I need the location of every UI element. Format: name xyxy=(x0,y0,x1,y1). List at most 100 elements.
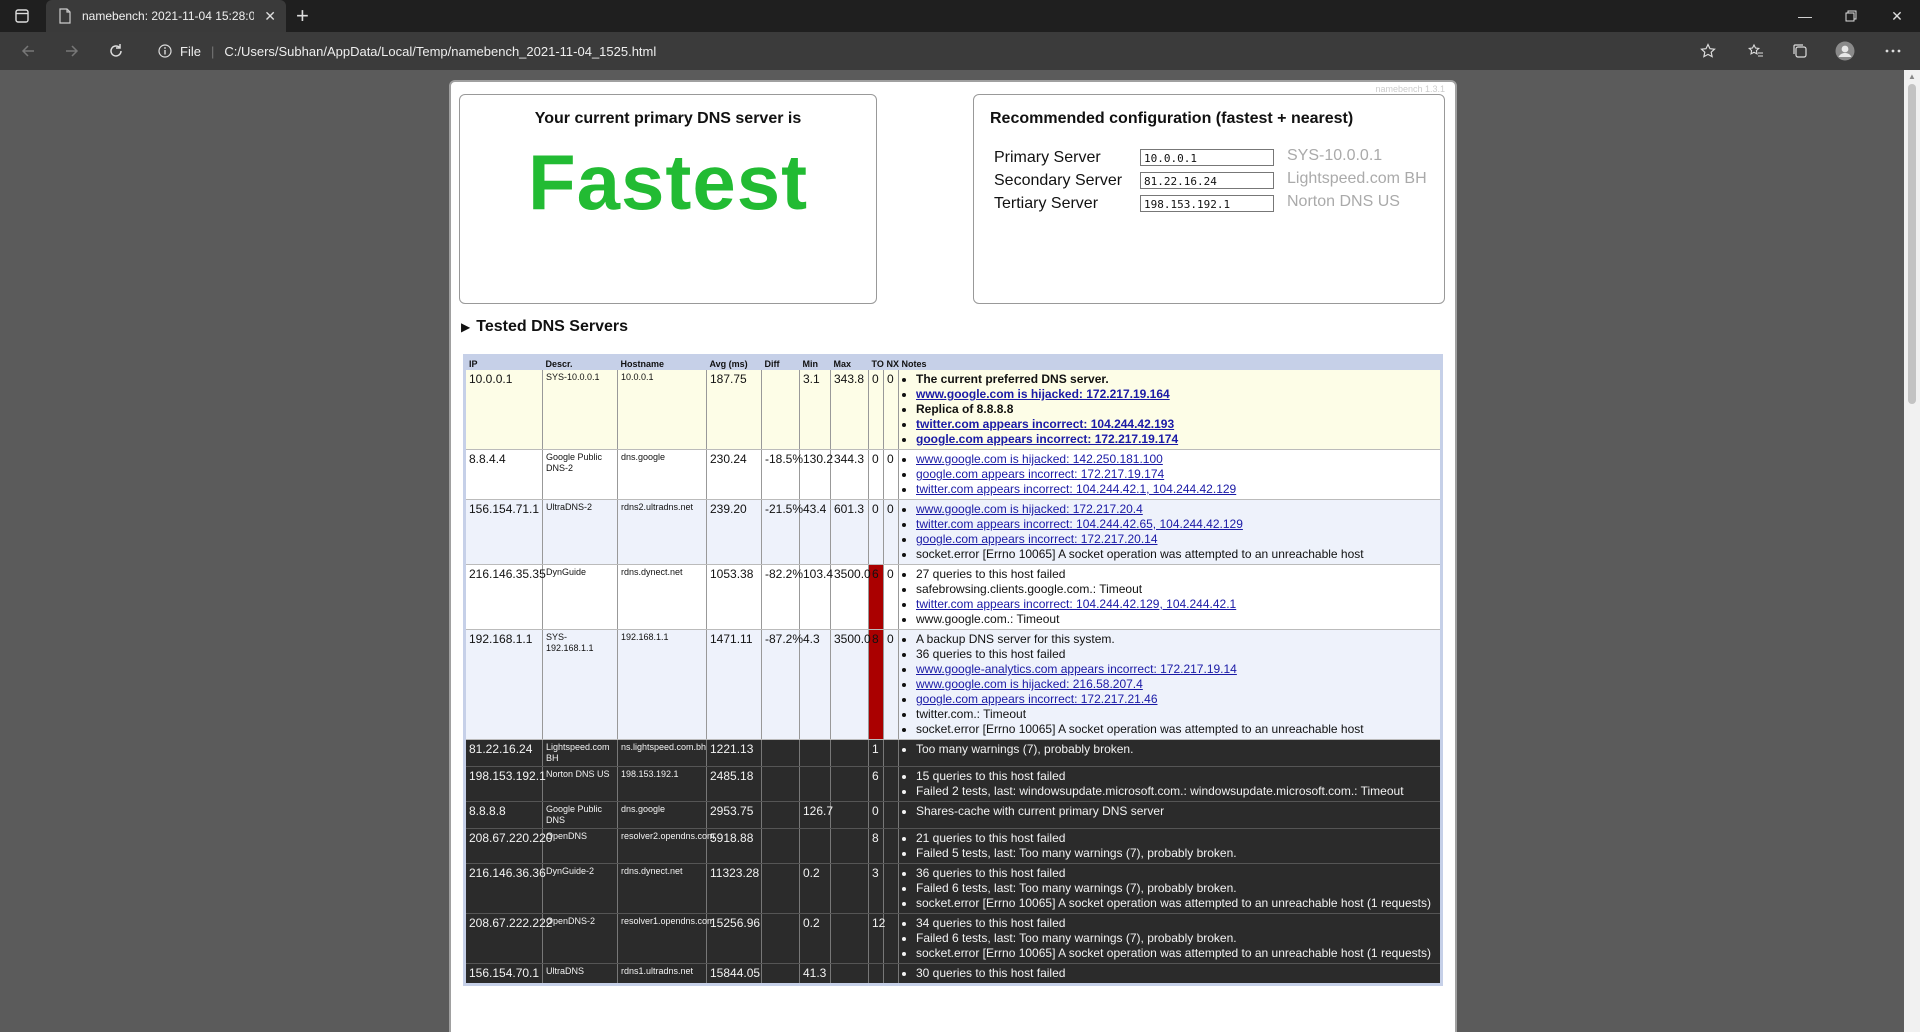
more-options-icon[interactable] xyxy=(1883,41,1903,61)
cell-descr: Norton DNS US xyxy=(542,766,618,802)
cell-min: 4.3 xyxy=(799,629,831,740)
note-item: google.com appears incorrect: 172.217.21… xyxy=(916,692,1437,707)
cell-notes: 30 queries to this host failed xyxy=(898,963,1442,985)
note-link[interactable]: google.com appears incorrect: 172.217.19… xyxy=(916,432,1178,446)
close-tab-icon[interactable]: ✕ xyxy=(264,8,276,25)
cell-ip: 192.168.1.1 xyxy=(464,629,543,740)
back-icon[interactable] xyxy=(18,41,38,61)
refresh-icon[interactable] xyxy=(106,41,126,61)
add-favorite-icon[interactable] xyxy=(1698,41,1718,61)
note-link[interactable]: twitter.com appears incorrect: 104.244.4… xyxy=(916,482,1236,496)
note-item: Replica of 8.8.8.8 xyxy=(916,402,1437,417)
note-item: google.com appears incorrect: 172.217.19… xyxy=(916,432,1437,447)
minimize-icon[interactable]: — xyxy=(1782,0,1828,32)
cell-ip: 8.8.8.8 xyxy=(464,801,543,829)
close-window-icon[interactable]: ✕ xyxy=(1874,0,1920,32)
cell-diff: -82.2% xyxy=(761,564,803,630)
note-link[interactable]: twitter.com appears incorrect: 104.244.4… xyxy=(916,417,1174,431)
note-link[interactable]: twitter.com appears incorrect: 104.244.4… xyxy=(916,517,1243,531)
column-header: Diff xyxy=(761,355,800,370)
note-link[interactable]: www.google.com is hijacked: 172.217.20.4 xyxy=(916,502,1143,516)
cell-host: resolver2.opendns.com xyxy=(617,828,715,864)
new-tab-icon[interactable]: + xyxy=(296,3,309,29)
cell-ip: 10.0.0.1 xyxy=(464,370,543,450)
cell-to: 1 xyxy=(868,739,884,767)
note-item: 21 queries to this host failed xyxy=(916,831,1437,846)
cell-host: resolver1.opendns.com xyxy=(617,913,715,964)
note-item: socket.error [Errno 10065] A socket oper… xyxy=(916,946,1437,961)
note-item: 30 queries to this host failed xyxy=(916,966,1437,981)
profile-avatar[interactable] xyxy=(1835,41,1855,61)
scroll-up-icon[interactable]: ▲ xyxy=(1908,72,1916,81)
collections-icon[interactable] xyxy=(1790,41,1810,61)
forward-icon[interactable] xyxy=(62,41,82,61)
note-item: 36 queries to this host failed xyxy=(916,866,1437,881)
cell-notes: The current preferred DNS server.www.goo… xyxy=(898,370,1442,450)
note-link[interactable]: www.google.com is hijacked: 216.58.207.4 xyxy=(916,677,1143,691)
address-bar[interactable]: File | C:/Users/Subhan/AppData/Local/Tem… xyxy=(148,36,1698,66)
note-item: twitter.com appears incorrect: 104.244.4… xyxy=(916,597,1437,612)
cell-min: 126.7 xyxy=(799,801,833,829)
cell-ip: 208.67.222.222 xyxy=(464,913,552,964)
note-item: 15 queries to this host failed xyxy=(916,769,1437,784)
cell-nx xyxy=(883,913,899,964)
note-item: A backup DNS server for this system. xyxy=(916,632,1437,647)
note-link[interactable]: google.com appears incorrect: 172.217.21… xyxy=(916,692,1158,706)
cell-descr: Lightspeed.com BH xyxy=(542,739,618,767)
column-header: IP xyxy=(464,355,543,370)
secondary-server-field[interactable]: 81.22.16.24 xyxy=(1140,172,1274,189)
cell-diff xyxy=(761,766,800,802)
cell-host: dns.google xyxy=(617,449,707,500)
cell-avg: 11323.28 xyxy=(706,863,762,914)
note-link[interactable]: twitter.com appears incorrect: 104.244.4… xyxy=(916,597,1236,611)
note-item: socket.error [Errno 10065] A socket oper… xyxy=(916,896,1437,911)
note-link[interactable]: www.google.com is hijacked: 172.217.19.1… xyxy=(916,387,1170,401)
note-link[interactable]: www.google-analytics.com appears incorre… xyxy=(916,662,1237,676)
cell-notes: 34 queries to this host failedFailed 6 t… xyxy=(898,913,1442,964)
tested-servers-toggle[interactable]: ▶ Tested DNS Servers xyxy=(461,318,628,336)
cell-min: 130.2 xyxy=(799,449,833,500)
info-icon[interactable] xyxy=(158,44,172,58)
cell-max xyxy=(830,963,869,985)
primary-server-field[interactable]: 10.0.0.1 xyxy=(1140,149,1274,166)
config-desc: Lightspeed.com BH xyxy=(1287,170,1427,187)
cell-avg: 230.24 xyxy=(706,449,762,500)
cell-host: 192.168.1.1 xyxy=(617,629,707,740)
cell-avg: 187.75 xyxy=(706,370,762,450)
favorites-icon[interactable] xyxy=(1746,41,1766,61)
column-header: Avg (ms) xyxy=(706,355,762,370)
cell-notes: 36 queries to this host failedFailed 6 t… xyxy=(898,863,1442,914)
table-row: 208.67.222.222 OpenDNS-2 resolver1.opendns… xyxy=(464,913,1442,964)
note-link[interactable]: www.google.com is hijacked: 142.250.181.… xyxy=(916,452,1163,466)
table-row: 192.168.1.1 SYS-192.168.1.1 192.168.1.1 147… xyxy=(464,629,1442,740)
tertiary-server-field[interactable]: 198.153.192.1 xyxy=(1140,195,1274,212)
cell-to: 12 xyxy=(868,913,885,964)
vertical-scrollbar[interactable]: ▲ xyxy=(1904,70,1920,1032)
cell-ip: 198.153.192.1 xyxy=(464,766,546,802)
note-item: www.google.com is hijacked: 142.250.181.… xyxy=(916,452,1437,467)
cell-nx: 0 xyxy=(883,629,899,740)
cell-min xyxy=(799,766,831,802)
note-item: 27 queries to this host failed xyxy=(916,567,1437,582)
cell-to xyxy=(868,963,884,985)
restore-icon[interactable] xyxy=(1828,0,1874,32)
cell-ip: 208.67.220.220 xyxy=(464,828,552,864)
column-header: Hostname xyxy=(617,355,707,370)
note-item: Failed 2 tests, last: windowsupdate.micr… xyxy=(916,784,1437,799)
scrollbar-thumb[interactable] xyxy=(1908,84,1916,404)
table-header-row: IP Descr. Hostname Avg (ms) Diff Min Max TO NX No… xyxy=(464,355,1442,370)
tab-actions-icon[interactable] xyxy=(12,6,32,26)
note-link[interactable]: google.com appears incorrect: 172.217.19… xyxy=(916,467,1164,481)
current-dns-verdict: Fastest xyxy=(527,138,809,226)
cell-min: 0.2 xyxy=(799,913,831,964)
cell-max xyxy=(830,739,869,767)
address-separator: | xyxy=(210,43,215,59)
note-item: google.com appears incorrect: 172.217.19… xyxy=(916,467,1437,482)
cell-avg: 1471.11 xyxy=(706,629,762,740)
browser-tab[interactable]: namebench: 2021-11-04 15:28:0 ✕ xyxy=(46,0,286,32)
cell-descr: Google Public DNS xyxy=(542,801,618,829)
cell-to: 8 xyxy=(868,828,884,864)
cell-nx: 0 xyxy=(883,449,899,500)
note-item: safebrowsing.clients.google.com.: Timeou… xyxy=(916,582,1437,597)
note-link[interactable]: google.com appears incorrect: 172.217.20… xyxy=(916,532,1158,546)
